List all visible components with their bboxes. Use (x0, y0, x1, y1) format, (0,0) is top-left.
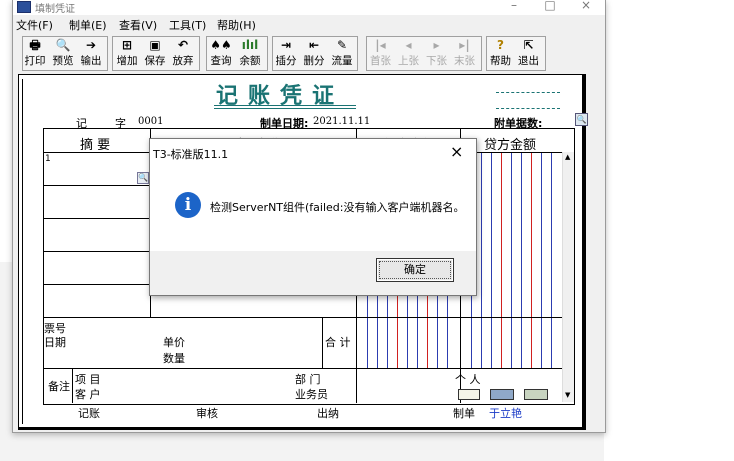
col-credit-header: 贷方金额 (484, 138, 537, 153)
scroll-up-icon[interactable]: ▲ (565, 153, 570, 161)
print-icon: 🖶 (29, 38, 41, 52)
row-line (43, 251, 150, 252)
undo-icon: ↶ (177, 38, 189, 52)
row-number: 1 (45, 154, 51, 164)
last-page-button[interactable]: ▸| 末张 (451, 37, 478, 70)
title-underline (214, 105, 356, 106)
window-title: 填制凭证 (35, 4, 75, 15)
insert-row-icon: ⇥ (280, 38, 292, 52)
salesperson-label: 业务员 (295, 388, 328, 401)
first-page-button[interactable]: |◂ 首张 (367, 37, 394, 70)
discard-button[interactable]: ↶ 放弃 (170, 37, 196, 70)
remark-label: 备注 (48, 380, 70, 393)
vertical-scrollbar[interactable]: ▲ ▼ (562, 152, 574, 402)
save-icon: ▣ (149, 38, 161, 52)
col-line (322, 317, 323, 368)
bookkeeper-label: 记账 (78, 407, 100, 420)
delete-row-button[interactable]: ⇤ 删分 (301, 37, 327, 70)
cashier-label: 出纳 (317, 407, 339, 420)
menu-view[interactable]: 查看(V) (119, 17, 157, 33)
dialog-title: T3-标准版11.1 (153, 148, 229, 161)
row-line (43, 317, 573, 318)
customer-label: 客 户 (75, 388, 101, 401)
exit-icon: ⇱ (523, 38, 534, 52)
next-page-button[interactable]: ▸ 下张 (423, 37, 450, 70)
personal-label: 个 人 (455, 373, 481, 386)
help-icon: ? (497, 38, 504, 52)
scroll-down-icon[interactable]: ▼ (565, 391, 570, 399)
add-icon: ⊞ (121, 38, 133, 52)
print-button[interactable]: 🖶 打印 (22, 37, 48, 70)
department-label: 部 门 (295, 373, 321, 386)
delete-row-icon: ⇤ (308, 38, 320, 52)
first-page-icon: |◂ (375, 38, 386, 52)
add-button[interactable]: ⊞ 增加 (114, 37, 140, 70)
dash-decoration (496, 92, 560, 93)
monitor-icon[interactable] (490, 389, 514, 400)
col-line (72, 368, 73, 403)
ok-button-focus-ring (379, 261, 451, 279)
summary-lookup-icon[interactable]: 🔍 (137, 172, 149, 184)
export-button[interactable]: ➔ 输出 (78, 37, 104, 70)
insert-row-button[interactable]: ⇥ 插分 (273, 37, 299, 70)
voucher-inner-border (22, 79, 23, 424)
preparer-label: 制单 (453, 407, 475, 420)
minimize-button[interactable]: – (499, 0, 529, 14)
voucher-number[interactable]: 0001 (138, 116, 163, 127)
row-line (43, 185, 150, 186)
query-button[interactable]: ♠♠ 查询 (207, 37, 235, 70)
card-icon[interactable] (458, 389, 480, 400)
prev-page-icon: ◂ (405, 38, 412, 52)
last-page-icon: ▸| (459, 38, 470, 52)
total-label: 合 计 (325, 336, 351, 349)
message-dialog: T3-标准版11.1 × i 检测ServerNT组件(failed:没有输入客… (149, 138, 477, 296)
date-row-label: 日期 (44, 336, 66, 349)
app-icon (17, 1, 31, 13)
close-button[interactable]: × (571, 0, 601, 14)
quantity-label: 数量 (163, 352, 185, 365)
attachments-lookup-icon[interactable]: 🔍 (575, 113, 588, 126)
title-bar: 填制凭证 – □ × (13, 0, 605, 15)
row-line (43, 368, 573, 369)
menu-file[interactable]: 文件(F) (16, 17, 53, 33)
cashflow-icon: ✎ (336, 38, 348, 52)
dash-decoration-2 (496, 108, 560, 109)
row-line (43, 218, 150, 219)
menu-help[interactable]: 帮助(H) (217, 17, 256, 33)
project-label: 项 目 (75, 373, 101, 386)
dialog-close-icon[interactable]: × (450, 142, 463, 161)
dialog-title-bar: T3-标准版11.1 × (150, 139, 476, 165)
balance-chart-icon: ılıl (241, 38, 259, 52)
menu-bar: 文件(F) 制单(E) 查看(V) 工具(T) 帮助(H) (13, 15, 605, 32)
menu-tools[interactable]: 工具(T) (169, 17, 206, 33)
unit-price-label: 单价 (163, 336, 185, 349)
export-icon: ➔ (85, 38, 97, 52)
title-underline-2 (214, 108, 356, 109)
dialog-message: 检测ServerNT组件(failed:没有输入客户端机器名。 (210, 201, 465, 214)
reviewer-label: 审核 (196, 407, 218, 420)
next-page-icon: ▸ (433, 38, 440, 52)
save-button[interactable]: ▣ 保存 (142, 37, 168, 70)
row-line (43, 284, 150, 285)
voucher-date[interactable]: 2021.11.11 (313, 116, 370, 127)
binoculars-icon: ♠♠ (210, 38, 232, 52)
preparer-name: 于立艳 (489, 407, 522, 420)
exit-button[interactable]: ⇱ 退出 (515, 37, 542, 70)
preview-button[interactable]: 🔍 预览 (50, 37, 76, 70)
cashflow-button[interactable]: ✎ 流量 (329, 37, 355, 70)
info-icon: i (175, 192, 201, 218)
maximize-button[interactable]: □ (535, 0, 565, 14)
prev-page-button[interactable]: ◂ 上张 (395, 37, 422, 70)
desktop-background-right (604, 0, 734, 461)
folder-icon[interactable] (524, 389, 548, 400)
menu-voucher[interactable]: 制单(E) (69, 17, 107, 33)
help-button[interactable]: ? 帮助 (487, 37, 514, 70)
balance-button[interactable]: ılıl 余额 (236, 37, 264, 70)
col-summary-header: 摘 要 (80, 138, 111, 153)
preview-icon: 🔍 (55, 38, 71, 52)
